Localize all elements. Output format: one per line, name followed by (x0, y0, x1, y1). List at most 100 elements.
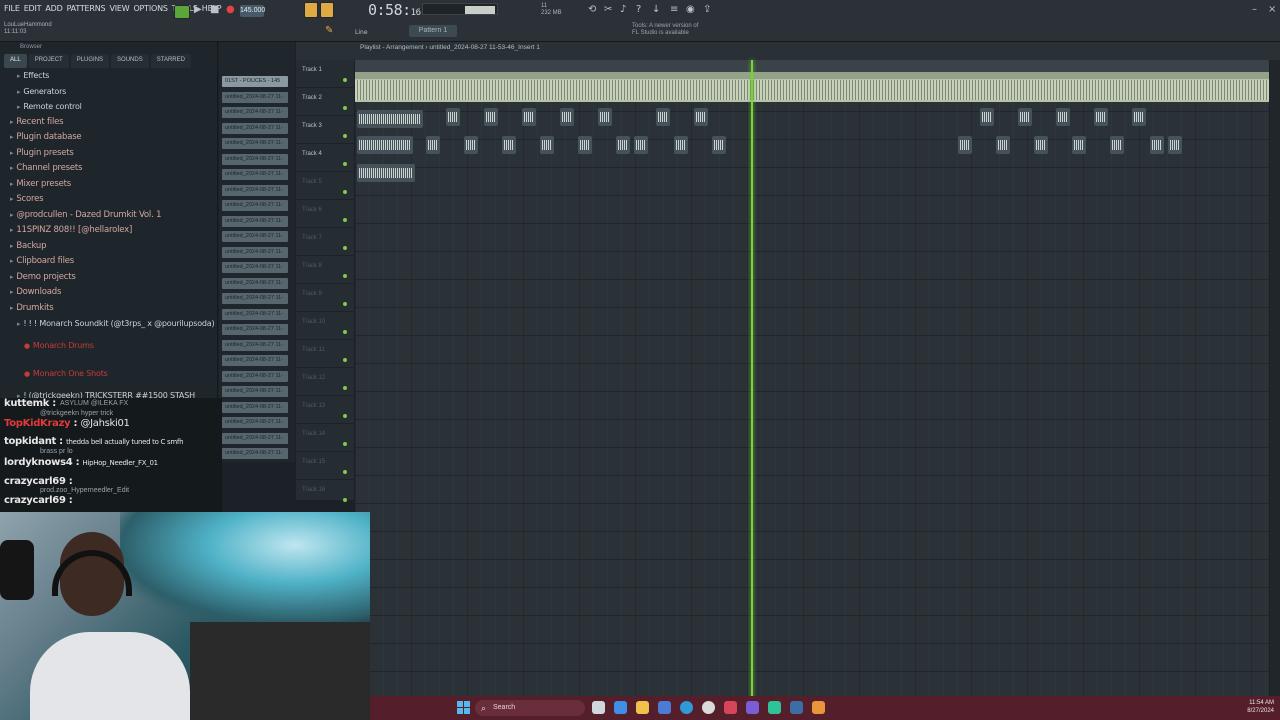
download-icon[interactable]: ↓ (652, 4, 660, 16)
menu-view[interactable]: VIEW (109, 4, 129, 13)
track-enable-led[interactable] (343, 134, 347, 138)
track-enable-led[interactable] (343, 106, 347, 110)
track-enable-led[interactable] (343, 330, 347, 334)
pattern-clip[interactable] (540, 136, 554, 154)
record-icon[interactable]: ● (226, 4, 235, 16)
media-icon[interactable] (702, 701, 715, 714)
scissors-icon[interactable]: ✂ (604, 4, 612, 16)
track-header[interactable]: Track 11 (296, 340, 354, 368)
app-icon[interactable] (724, 701, 737, 714)
pattern-clip[interactable] (1056, 108, 1070, 126)
mic-icon[interactable]: ♪ (620, 4, 626, 16)
track-header[interactable]: Track 3 (296, 116, 354, 144)
track-header[interactable]: Track 2 (296, 88, 354, 116)
browser-item[interactable]: ▸ Demo projects (0, 270, 217, 286)
track-enable-led[interactable] (343, 358, 347, 362)
playlist-grid[interactable] (355, 60, 1269, 700)
channel-strip[interactable]: untitled_2024-08-27 11- (222, 246, 288, 258)
pattern-clip[interactable] (464, 136, 478, 154)
track-enable-led[interactable] (343, 218, 347, 222)
channel-strip[interactable]: untitled_2024-08-27 11- (222, 417, 288, 428)
pattern-clip[interactable] (1132, 108, 1146, 126)
channel-strip[interactable]: untitled_2024-08-27 11- (222, 293, 288, 304)
export-icon[interactable]: ⇪ (703, 4, 711, 16)
channel-strip[interactable]: untitled_2024-08-27 11- (222, 339, 288, 351)
pattern-clip[interactable] (1168, 136, 1182, 154)
pattern-clip[interactable] (616, 136, 630, 154)
pattern-clip[interactable] (578, 136, 592, 154)
pattern-clip[interactable] (598, 108, 612, 126)
track-header[interactable]: Track 6 (296, 200, 354, 228)
pattern-clip[interactable] (674, 136, 688, 154)
track-header[interactable]: Track 15 (296, 452, 354, 480)
channel-strip[interactable]: 01ST - POUCES - 145 (222, 76, 288, 87)
pattern-clip[interactable] (484, 108, 498, 126)
pattern-clip[interactable] (694, 108, 708, 126)
track-header[interactable]: Track 8 (296, 256, 354, 284)
chat-icon[interactable]: ◉ (686, 4, 695, 16)
tab-project[interactable]: PROJECT (28, 54, 69, 68)
channel-strip[interactable]: untitled_2024-08-27 11- (222, 308, 288, 320)
channel-strip[interactable]: untitled_2024-08-27 11- (222, 277, 288, 289)
tab-starred[interactable]: STARRED (150, 54, 191, 68)
windows-start-icon[interactable] (457, 701, 470, 714)
taskbar-search[interactable]: ⌕ Search (475, 700, 585, 716)
menu-file[interactable]: FILE (4, 4, 20, 13)
track-enable-led[interactable] (343, 302, 347, 306)
snap-icon[interactable]: ✎ (325, 25, 333, 37)
channel-strip[interactable]: untitled_2024-08-27 11- (222, 184, 288, 196)
pattern-select[interactable]: Pattern 1 (409, 25, 457, 37)
track-header[interactable]: Track 7 (296, 228, 354, 256)
task-view-icon[interactable] (592, 701, 605, 714)
pattern-clip[interactable] (502, 136, 516, 154)
undo-icon[interactable]: ⟲ (588, 4, 596, 16)
system-clock[interactable]: 11:54 AM 8/27/2024 (1230, 699, 1274, 715)
fl-studio-icon[interactable] (812, 701, 825, 714)
vertical-scrollbar[interactable] (1270, 60, 1280, 700)
menu-options[interactable]: OPTIONS (133, 4, 168, 13)
browser-item[interactable]: ▸ Clipboard files (0, 254, 217, 270)
track-header[interactable]: Track 13 (296, 396, 354, 424)
pattern-clip[interactable] (1110, 136, 1124, 154)
pattern-clip[interactable] (357, 110, 423, 128)
menu-add[interactable]: ADD (45, 4, 62, 13)
browser-item[interactable]: ▸ Downloads (0, 285, 217, 301)
browser-item[interactable]: ● Monarch Drums (0, 332, 217, 360)
channel-strip[interactable]: untitled_2024-08-27 11- (222, 324, 288, 335)
pattern-clip[interactable] (656, 108, 670, 126)
browser-item[interactable]: ▸ Channel presets (0, 161, 217, 177)
channel-strip[interactable]: untitled_2024-08-27 11- (222, 138, 288, 149)
news-panel[interactable]: Tools: A newer version of FL Studio is a… (632, 23, 704, 37)
tab-sounds[interactable]: SOUNDS (111, 54, 149, 68)
track-enable-led[interactable] (343, 498, 347, 502)
pattern-clip[interactable] (1150, 136, 1164, 154)
channel-strip[interactable]: untitled_2024-08-27 11- (222, 448, 288, 459)
browser-item[interactable]: ▸! ! ! Monarch Soundkit (@t3rps_ x @pour… (0, 316, 217, 332)
browser-item[interactable]: ▸ @prodcullen - Dazed Drumkit Vol. 1 (0, 208, 217, 224)
audio-clip-track-1[interactable] (355, 72, 1269, 102)
obs-icon[interactable] (746, 701, 759, 714)
channel-strip[interactable]: untitled_2024-08-27 11- (222, 122, 288, 134)
track-header[interactable]: Track 4 (296, 144, 354, 172)
pattern-clip[interactable] (1072, 136, 1086, 154)
track-enable-led[interactable] (343, 386, 347, 390)
browser-item[interactable]: ▸ Remote control (0, 99, 217, 115)
browser-item[interactable]: ▸ Mixer presets (0, 177, 217, 193)
pattern-clip[interactable] (357, 136, 413, 154)
menu-patterns[interactable]: PATTERNS (67, 4, 106, 13)
playhead[interactable] (751, 60, 753, 700)
snap-select[interactable]: Line (355, 27, 368, 39)
pattern-clip[interactable] (560, 108, 574, 126)
menu-edit[interactable]: EDIT (24, 4, 42, 13)
browser-item[interactable]: ▸ Plugin presets (0, 146, 217, 162)
track-header[interactable]: Track 9 (296, 284, 354, 312)
pattern-clip[interactable] (996, 136, 1010, 154)
track-header[interactable]: Track 5 (296, 172, 354, 200)
browser-item[interactable]: ▸ Scores (0, 192, 217, 208)
metronome-button[interactable] (304, 2, 318, 18)
timeline-ruler[interactable] (355, 60, 1269, 72)
browser-icon[interactable] (614, 701, 627, 714)
track-header[interactable]: Track 1 (296, 60, 354, 88)
tab-all[interactable]: ALL (4, 54, 27, 68)
channel-strip[interactable]: untitled_2024-08-27 11- (222, 262, 288, 273)
